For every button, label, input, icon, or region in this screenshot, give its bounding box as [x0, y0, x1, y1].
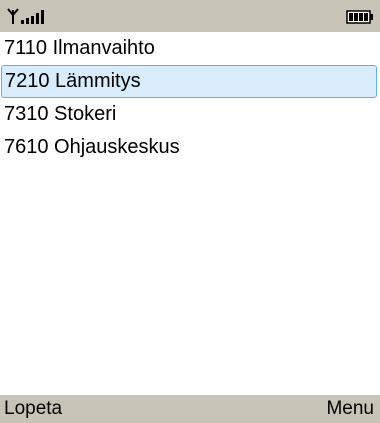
list-item-ilmanvaihto[interactable]: 7110 Ilmanvaihto	[0, 32, 380, 65]
signal-strength-icon	[7, 8, 44, 24]
list-item-ohjauskeskus[interactable]: 7610 Ohjauskeskus	[0, 131, 380, 164]
menu-list: 7110 Ilmanvaihto 7210 Lämmitys 7310 Stok…	[0, 32, 380, 164]
status-bar	[0, 0, 380, 32]
list-item-lammitys[interactable]: 7210 Lämmitys	[1, 65, 377, 98]
softkey-bar: Lopeta Menu	[0, 395, 380, 423]
exit-softkey[interactable]: Lopeta	[4, 395, 62, 423]
menu-softkey[interactable]: Menu	[326, 395, 374, 423]
battery-icon	[346, 10, 373, 24]
list-item-stokeri[interactable]: 7310 Stokeri	[0, 98, 380, 131]
